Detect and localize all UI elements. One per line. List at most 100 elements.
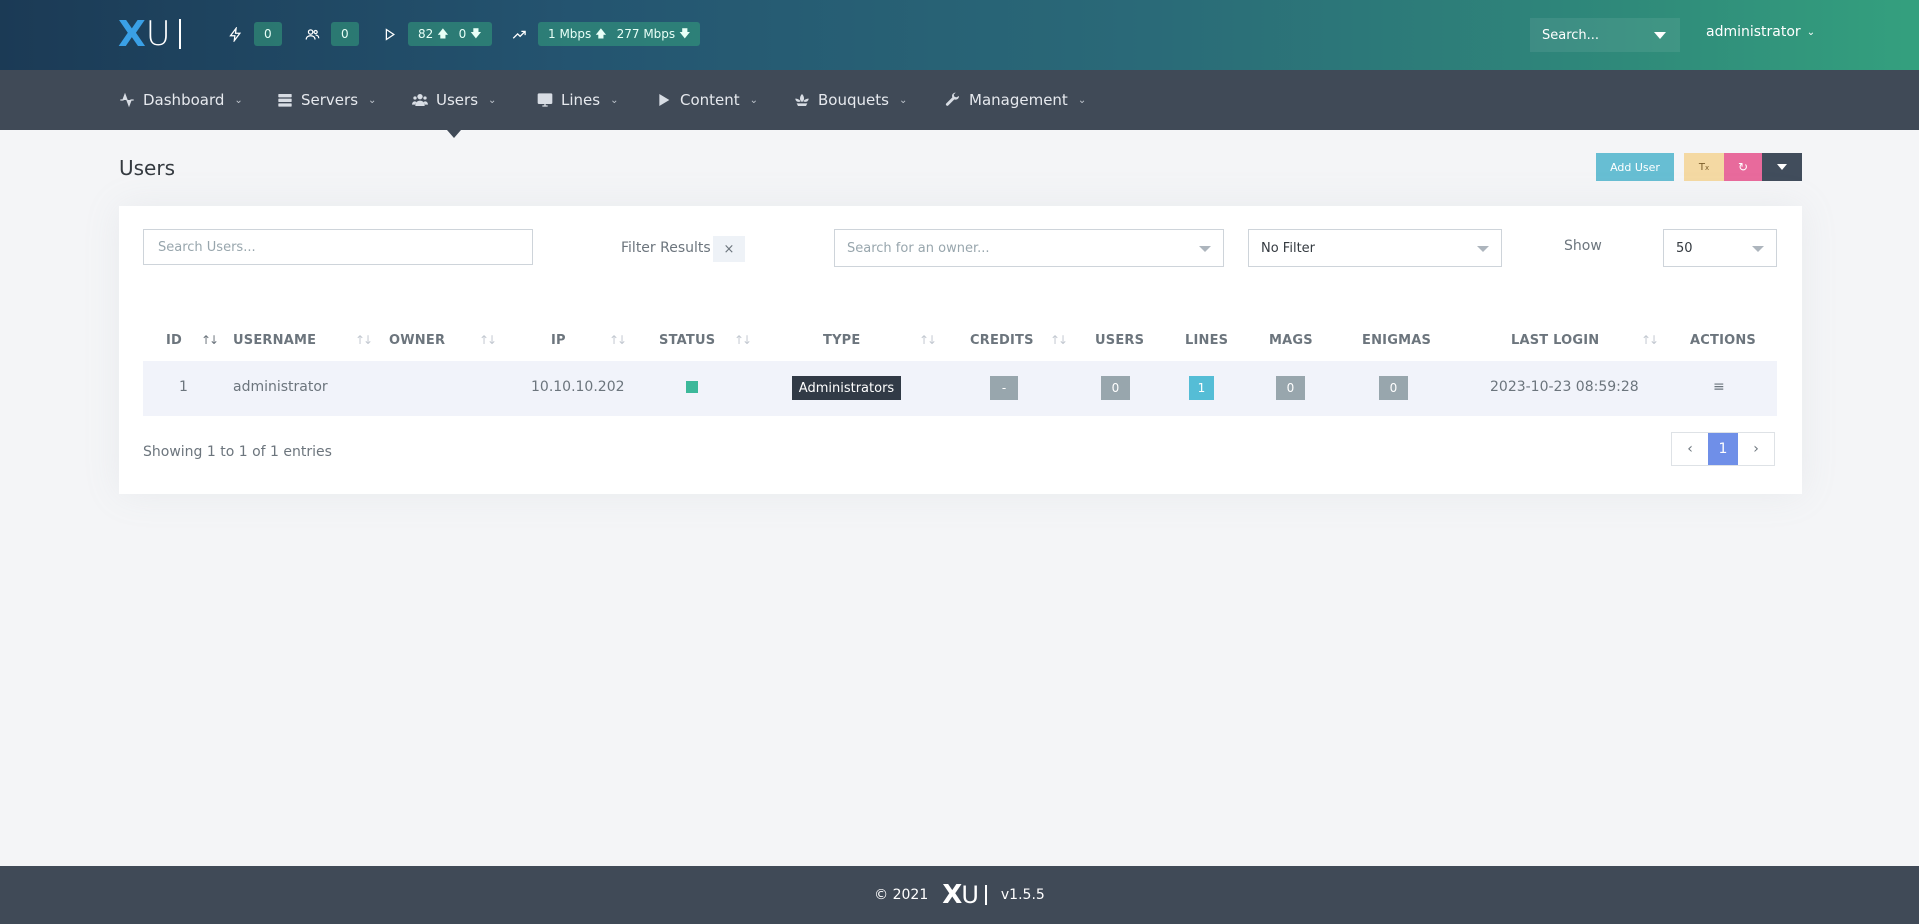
- sort-icon: ↑↓: [479, 333, 497, 347]
- nav-lines-label: Lines: [561, 91, 601, 109]
- col-users: USERS: [1095, 332, 1145, 348]
- global-search-placeholder: Search...: [1542, 27, 1600, 43]
- page-size-select[interactable]: 50: [1663, 229, 1777, 267]
- owner-select[interactable]: Search for an owner...: [834, 229, 1224, 267]
- nav-servers[interactable]: Servers ⌄: [277, 70, 376, 130]
- refresh-button[interactable]: ↻: [1724, 153, 1762, 181]
- col-credits[interactable]: CREDITS: [970, 328, 1034, 352]
- page-title: Users: [119, 156, 176, 180]
- online-users-count: 0: [331, 22, 359, 46]
- page-1-button[interactable]: 1: [1708, 433, 1738, 465]
- footer-logo: X U: [942, 880, 987, 910]
- col-status[interactable]: STATUS: [659, 328, 715, 352]
- nav-management-label: Management: [969, 91, 1068, 109]
- pagination: ‹ 1 ›: [1671, 432, 1775, 466]
- clear-filters-button[interactable]: Tx: [1684, 153, 1724, 181]
- sort-icon: ↑↓: [919, 333, 937, 347]
- status-filter-select[interactable]: No Filter: [1248, 229, 1502, 267]
- lines-badge[interactable]: 1: [1189, 376, 1214, 400]
- col-last-login[interactable]: LAST LOGIN: [1511, 328, 1599, 352]
- chevron-down-icon: ⌄: [749, 94, 759, 106]
- nav-dashboard-label: Dashboard: [143, 91, 225, 109]
- type-badge: Administrators: [792, 376, 901, 400]
- next-page-button[interactable]: ›: [1738, 433, 1774, 465]
- chevron-down-icon: ⌄: [898, 94, 908, 106]
- filter-clear-icon: Tx: [1698, 161, 1710, 173]
- caret-down-icon: [1777, 164, 1787, 170]
- chevron-down-icon: ⌄: [1806, 26, 1816, 38]
- caret-down-icon: [1654, 32, 1666, 39]
- stat-connections[interactable]: 0: [224, 22, 282, 46]
- caret-down-icon: [1477, 246, 1489, 252]
- sort-icon: ↑↓: [609, 333, 627, 347]
- nav-content[interactable]: Content ⌄: [656, 70, 758, 130]
- footer-logo-x: X: [942, 880, 962, 910]
- nav-users-label: Users: [436, 91, 479, 109]
- footer-logo-u: U: [961, 881, 979, 909]
- footer-version: v1.5.5: [1000, 887, 1045, 903]
- nav-bouquets-label: Bouquets: [818, 91, 889, 109]
- nav-dashboard[interactable]: Dashboard ⌄: [119, 70, 243, 130]
- sort-icon: ↑↓: [734, 333, 752, 347]
- user-menu[interactable]: administrator ⌄: [1706, 24, 1815, 40]
- status-indicator: [686, 381, 698, 393]
- global-search[interactable]: Search...: [1530, 18, 1680, 52]
- server-icon: [278, 94, 292, 107]
- col-id[interactable]: ID: [166, 328, 182, 352]
- app-logo[interactable]: X U: [118, 13, 181, 55]
- search-users-placeholder: Search Users...: [158, 239, 256, 255]
- logo-u: U: [145, 14, 171, 54]
- nav-management[interactable]: Management ⌄: [945, 70, 1086, 130]
- col-type[interactable]: TYPE: [823, 328, 861, 352]
- col-actions: ACTIONS: [1690, 332, 1757, 348]
- nav-users[interactable]: Users ⌄: [412, 70, 496, 130]
- col-owner[interactable]: OWNER: [389, 328, 445, 352]
- nav-content-label: Content: [680, 91, 740, 109]
- stat-bandwidth[interactable]: 1 Mbps 🡅 277 Mbps 🡇: [508, 22, 701, 46]
- clear-filter-button[interactable]: ×: [713, 236, 745, 262]
- stat-online-users[interactable]: 0: [301, 22, 359, 46]
- users-icon: [301, 23, 323, 45]
- users-badge: 0: [1101, 376, 1130, 400]
- cell-ip: 10.10.10.202: [531, 379, 625, 395]
- sort-icon: ↑↓: [1641, 333, 1659, 347]
- chevron-down-icon: ⌄: [1077, 94, 1087, 106]
- monitor-icon: [537, 93, 553, 107]
- col-ip[interactable]: IP: [551, 328, 566, 352]
- cell-username: administrator: [233, 379, 328, 395]
- footer: © 2021 X U v1.5.5: [0, 866, 1919, 924]
- filter-results-label: Filter Results: [621, 240, 711, 256]
- logo-x: X: [118, 13, 146, 55]
- nav-servers-label: Servers: [301, 91, 359, 109]
- nav-lines[interactable]: Lines ⌄: [537, 70, 618, 130]
- logo-bar: [178, 19, 181, 49]
- col-lines: LINES: [1185, 332, 1229, 348]
- play-icon: [378, 23, 400, 45]
- add-user-button[interactable]: Add User: [1596, 153, 1674, 181]
- col-mags: MAGS: [1269, 332, 1313, 348]
- sort-icon: ↑↓: [201, 333, 219, 347]
- entries-info: Showing 1 to 1 of 1 entries: [143, 444, 332, 460]
- active-nav-pointer: [447, 130, 461, 138]
- arrow-up-icon: 🡅: [437, 26, 449, 40]
- users-icon: [412, 94, 428, 106]
- more-options-button[interactable]: [1762, 153, 1802, 181]
- top-header: X U 0 0 82 🡅 0 🡇 1 Mbps 🡅 277 Mbps 🡇 Sea…: [0, 0, 1919, 70]
- stat-streams[interactable]: 82 🡅 0 🡇: [378, 22, 492, 46]
- cell-last-login: 2023-10-23 08:59:28: [1490, 379, 1639, 395]
- activity-icon: [120, 92, 134, 108]
- footer-logo-bar: [984, 885, 987, 905]
- credits-badge: -: [990, 376, 1018, 400]
- search-users-input[interactable]: Search Users...: [143, 229, 533, 265]
- menu-icon[interactable]: ≡: [1713, 379, 1725, 395]
- prev-page-button[interactable]: ‹: [1672, 433, 1708, 465]
- owner-select-placeholder: Search for an owner...: [847, 240, 990, 256]
- mags-badge: 0: [1276, 376, 1305, 400]
- flower-icon: [795, 94, 809, 106]
- users-card: Search Users... Filter Results × Search …: [119, 206, 1802, 494]
- nav-bouquets[interactable]: Bouquets ⌄: [794, 70, 907, 130]
- connections-count: 0: [254, 22, 282, 46]
- sort-icon: ↑↓: [1050, 333, 1068, 347]
- user-name: administrator: [1706, 24, 1801, 40]
- col-username[interactable]: USERNAME: [233, 328, 316, 352]
